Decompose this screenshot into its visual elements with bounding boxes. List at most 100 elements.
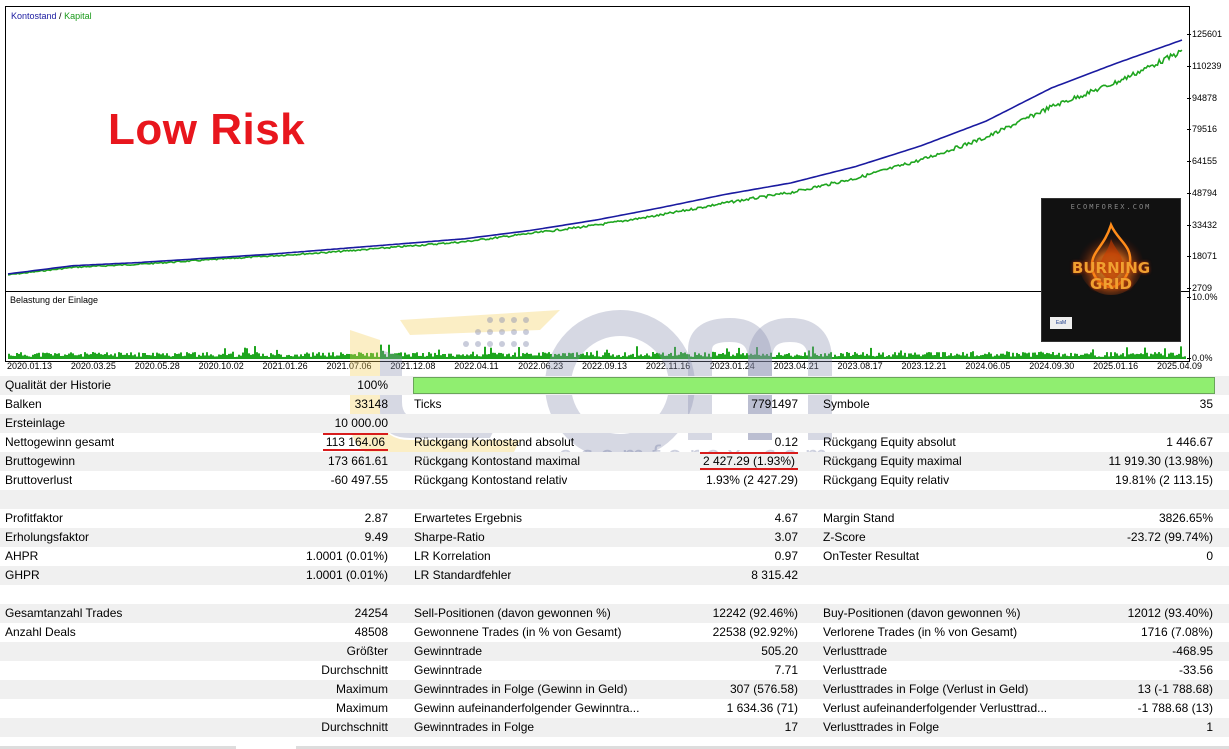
load-bar	[98, 352, 100, 359]
load-bar	[94, 352, 96, 359]
load-bar	[1172, 352, 1174, 359]
label-col2: Gewinntrades in Folge	[414, 720, 535, 734]
load-bar	[324, 355, 326, 359]
load-bar	[18, 353, 20, 359]
load-bar	[1022, 352, 1024, 359]
load-bar	[800, 355, 802, 359]
load-bar	[554, 353, 556, 359]
load-bar	[796, 354, 798, 359]
load-bar	[176, 353, 178, 359]
load-bar	[874, 356, 876, 359]
load-bar	[1068, 356, 1070, 359]
load-bar	[790, 355, 792, 359]
label-col2: Erwartetes Ergebnis	[414, 511, 523, 525]
load-bar	[772, 356, 774, 359]
load-bar	[1114, 352, 1116, 359]
quality-bar	[413, 377, 1215, 394]
value-col1: 2.87	[364, 511, 388, 525]
load-bar	[786, 353, 788, 359]
load-bar	[740, 354, 742, 359]
load-bar	[982, 354, 984, 359]
load-bar	[792, 356, 794, 359]
load-bar	[156, 352, 158, 359]
load-bar	[200, 355, 202, 359]
load-bar	[1096, 356, 1098, 359]
load-bar	[878, 352, 880, 359]
y-tick-label: 64155	[1186, 156, 1218, 166]
load-bar	[1138, 354, 1140, 359]
load-bar	[532, 355, 534, 359]
load-bar	[1144, 347, 1146, 359]
label-col1: Erholungsfaktor	[5, 530, 90, 544]
load-bar	[560, 355, 562, 359]
load-bar	[830, 352, 832, 359]
load-bar	[850, 355, 852, 359]
deposit-load-chart[interactable]: Belastung der Einlage	[5, 291, 1190, 362]
load-bar	[552, 356, 554, 359]
load-bar	[434, 352, 436, 359]
load-bar	[770, 352, 772, 359]
report-row: Durchschnitt Gewinntrade 7.71 Verlusttrade -…	[0, 661, 1229, 680]
load-bar	[686, 354, 688, 359]
load-bar	[1082, 354, 1084, 359]
load-bar	[828, 353, 830, 359]
x-tick-label: 2024.06.05	[965, 361, 1011, 371]
value-col2: 8 315.42	[751, 568, 798, 582]
load-bar	[1162, 355, 1164, 359]
load-bar	[886, 356, 888, 359]
load-bar	[734, 355, 736, 359]
load-bar	[346, 353, 348, 359]
load-bar	[1060, 356, 1062, 359]
load-bar	[370, 352, 372, 359]
load-bar	[592, 354, 594, 359]
load-bar	[336, 355, 338, 359]
value-col1: 113 164.06	[322, 433, 388, 452]
load-bar	[36, 353, 38, 359]
load-bar	[816, 354, 818, 359]
load-bar	[50, 353, 52, 359]
load-bar	[96, 353, 98, 359]
load-bar	[268, 356, 270, 359]
load-bar	[702, 356, 704, 359]
load-bar	[690, 356, 692, 359]
load-bar	[258, 353, 260, 359]
load-bar	[516, 356, 518, 359]
load-bar	[638, 355, 640, 359]
load-bar	[264, 355, 266, 359]
load-bar	[558, 353, 560, 359]
load-bar	[934, 355, 936, 359]
load-bar	[938, 352, 940, 359]
highlighted-value: 113 164.06	[322, 433, 388, 451]
load-bar	[116, 356, 118, 359]
load-bar	[682, 353, 684, 359]
load-bar	[342, 353, 344, 359]
load-bar	[314, 355, 316, 359]
label-col3: Margin Stand	[823, 511, 895, 525]
load-bar	[1000, 353, 1002, 359]
load-bar	[354, 354, 356, 359]
load-bar	[518, 347, 520, 359]
label-col2: LR Standardfehler	[414, 568, 512, 582]
y-tick-label: 48794	[1186, 187, 1218, 198]
load-bar	[942, 352, 944, 359]
load-bar	[750, 353, 752, 359]
x-tick-label: 2023.01.24	[709, 361, 755, 371]
load-bar	[570, 353, 572, 359]
label-col3: Verlusttrade	[823, 644, 888, 658]
load-bar	[1116, 353, 1118, 359]
load-bar	[756, 347, 758, 359]
sublabel-col1: Durchschnitt	[321, 720, 388, 734]
load-bar	[940, 356, 942, 359]
load-bar	[980, 355, 982, 359]
value-col1: 1.0001 (0.01%)	[305, 568, 388, 582]
load-bar	[594, 356, 596, 359]
load-bar	[430, 353, 432, 359]
report-row: Bruttoverlust -60 497.55 Rückgang Kontosta…	[0, 471, 1229, 490]
value-col1: 48508	[354, 625, 388, 639]
load-bar	[1170, 352, 1172, 359]
load-bar	[822, 356, 824, 359]
load-bar	[422, 353, 424, 359]
load-bar	[882, 352, 884, 359]
load-bar	[854, 352, 856, 359]
load-bar	[130, 352, 132, 359]
